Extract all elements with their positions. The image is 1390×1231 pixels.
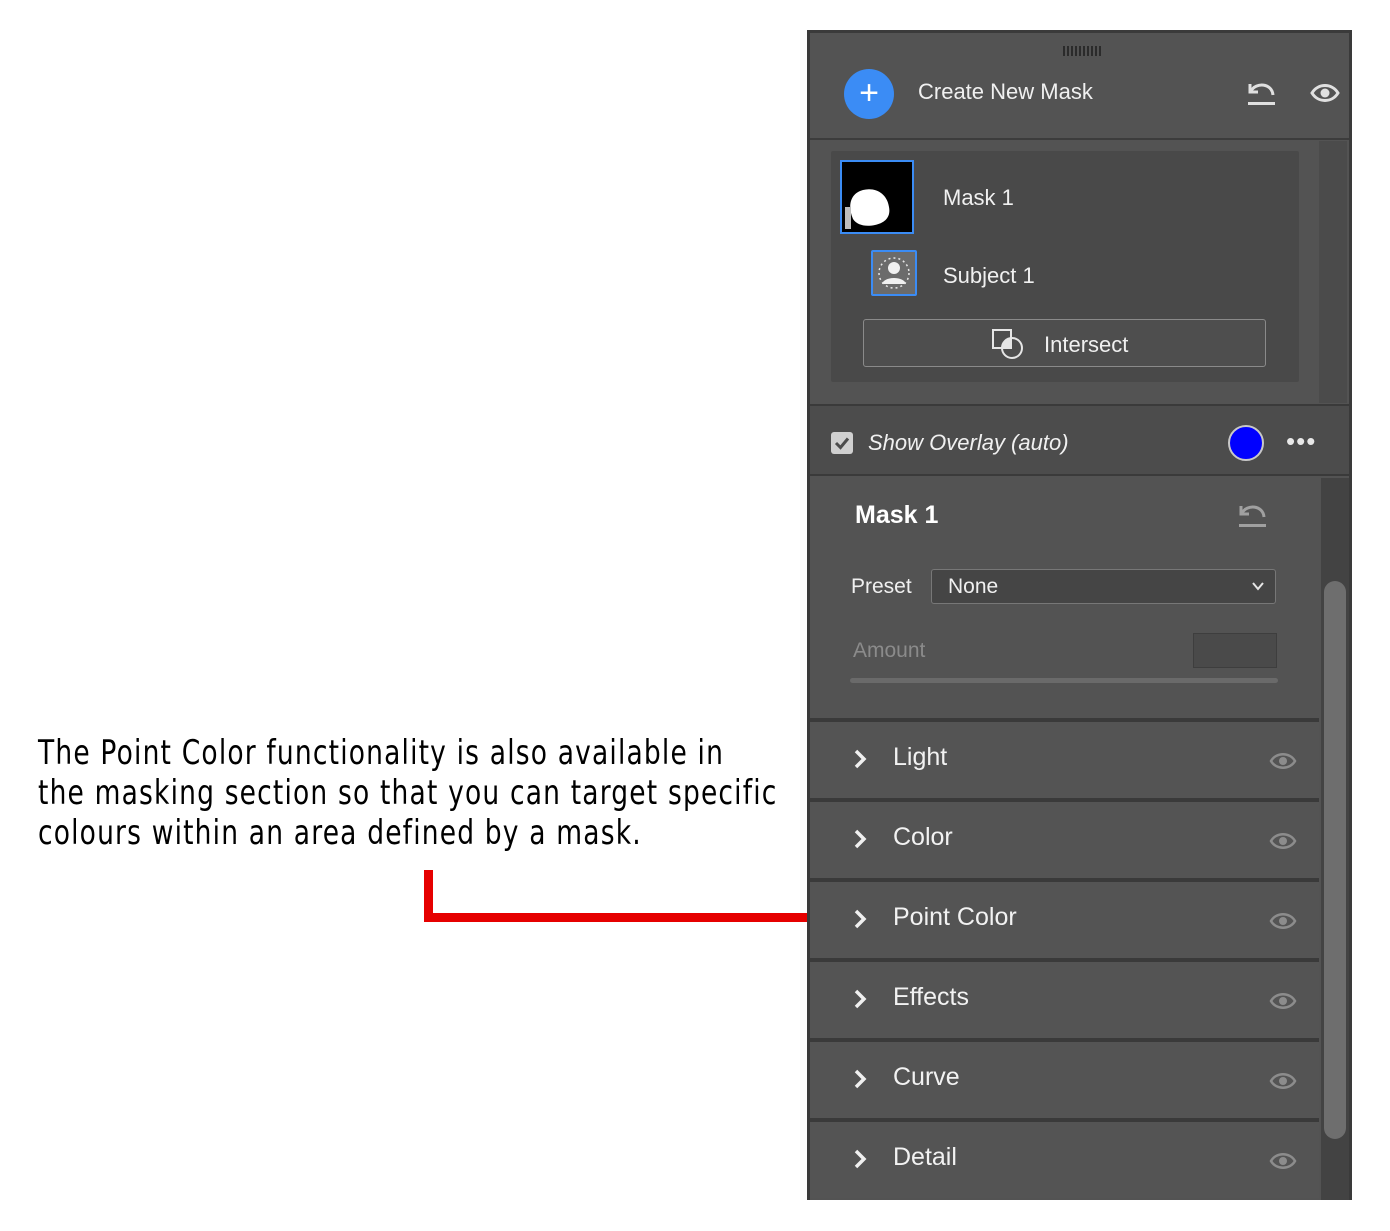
section-light[interactable]: Light bbox=[810, 718, 1319, 798]
plus-icon: + bbox=[859, 74, 879, 112]
more-options-button[interactable]: ••• bbox=[1286, 426, 1316, 457]
eye-icon[interactable] bbox=[1310, 81, 1340, 105]
chevron-right-icon bbox=[854, 1069, 867, 1089]
subject-name[interactable]: Subject 1 bbox=[943, 263, 1035, 289]
preset-label: Preset bbox=[851, 575, 912, 598]
create-new-mask-label[interactable]: Create New Mask bbox=[918, 79, 1093, 105]
create-new-mask-button[interactable]: + bbox=[844, 69, 894, 119]
eye-icon[interactable] bbox=[1269, 750, 1297, 772]
drag-grip[interactable] bbox=[1063, 46, 1103, 56]
overlay-bar: Show Overlay (auto) ••• bbox=[810, 404, 1349, 476]
subject-icon[interactable] bbox=[871, 250, 917, 296]
intersect-label: Intersect bbox=[1044, 332, 1129, 357]
divider bbox=[810, 138, 1349, 140]
section-label: Curve bbox=[893, 1063, 960, 1091]
chevron-right-icon bbox=[854, 1149, 867, 1169]
section-label: Effects bbox=[893, 983, 969, 1011]
section-effects[interactable]: Effects bbox=[810, 958, 1319, 1038]
mask-preview-icon bbox=[845, 165, 909, 229]
show-overlay-checkbox[interactable] bbox=[831, 432, 853, 454]
preset-select[interactable]: None bbox=[931, 569, 1276, 604]
chevron-right-icon bbox=[854, 989, 867, 1009]
undo-icon[interactable] bbox=[1244, 78, 1278, 108]
overlay-color-swatch[interactable] bbox=[1228, 425, 1264, 461]
eye-icon[interactable] bbox=[1269, 910, 1297, 932]
amount-input[interactable] bbox=[1193, 633, 1277, 668]
mask-list-scrollbar[interactable] bbox=[1319, 141, 1347, 403]
callout-line-horizontal bbox=[424, 913, 814, 922]
section-label: Color bbox=[893, 823, 953, 851]
properties-title: Mask 1 bbox=[855, 501, 939, 529]
section-point-color[interactable]: Point Color bbox=[810, 878, 1319, 958]
mask-list: Mask 1 Subject 1 Intersect bbox=[831, 151, 1299, 382]
chevron-right-icon bbox=[854, 829, 867, 849]
amount-slider[interactable] bbox=[850, 678, 1278, 683]
preset-value: None bbox=[948, 575, 999, 598]
section-color[interactable]: Color bbox=[810, 798, 1319, 878]
section-label: Detail bbox=[893, 1143, 957, 1171]
annotation-line: colours within an area defined by a mask… bbox=[38, 813, 642, 853]
eye-icon[interactable] bbox=[1269, 1150, 1297, 1172]
section-curve[interactable]: Curve bbox=[810, 1038, 1319, 1118]
reset-icon[interactable] bbox=[1235, 500, 1269, 530]
section-label: Light bbox=[893, 743, 948, 771]
show-overlay-label[interactable]: Show Overlay (auto) bbox=[868, 430, 1069, 456]
chevron-down-icon bbox=[1252, 582, 1264, 591]
intersect-button[interactable]: Intersect bbox=[863, 319, 1266, 367]
section-detail[interactable]: Detail bbox=[810, 1118, 1319, 1198]
annotation-line: The Point Color functionality is also av… bbox=[38, 733, 725, 773]
mask-properties: Mask 1 Preset None Amount bbox=[810, 478, 1319, 718]
masking-panel: + Create New Mask Mask 1 Subject 1 Inter… bbox=[807, 30, 1352, 1200]
eye-icon[interactable] bbox=[1269, 1070, 1297, 1092]
check-icon bbox=[834, 437, 850, 450]
annotation-line: the masking section so that you can targ… bbox=[38, 773, 778, 813]
eye-icon[interactable] bbox=[1269, 990, 1297, 1012]
panel-scrollbar-thumb[interactable] bbox=[1324, 581, 1346, 1139]
mask-name[interactable]: Mask 1 bbox=[943, 185, 1014, 211]
eye-icon[interactable] bbox=[1269, 830, 1297, 852]
chevron-right-icon bbox=[854, 749, 867, 769]
intersect-icon bbox=[992, 329, 1023, 359]
amount-label: Amount bbox=[853, 639, 926, 662]
chevron-right-icon bbox=[854, 909, 867, 929]
section-label: Point Color bbox=[893, 903, 1017, 931]
mask-thumbnail[interactable] bbox=[840, 160, 914, 234]
annotation-text: The Point Color functionality is also av… bbox=[38, 733, 778, 853]
